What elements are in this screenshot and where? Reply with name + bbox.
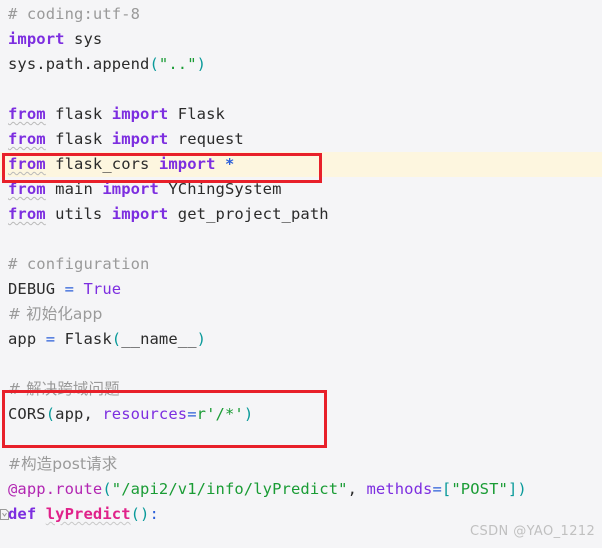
code-token: )	[196, 330, 207, 348]
code-line[interactable]: from flask import request	[0, 127, 602, 152]
code-token: =	[64, 280, 75, 298]
code-token: # coding:utf-8	[8, 5, 141, 23]
code-token: from	[8, 205, 46, 223]
code-token: import	[111, 205, 169, 223]
code-token: YChingSystem	[158, 180, 282, 198]
code-line[interactable]	[0, 427, 602, 452]
code-token: ".."	[158, 55, 197, 73]
code-line[interactable]: DEBUG = True	[0, 277, 602, 302]
code-token: #构造post请求	[8, 455, 118, 473]
code-token: import	[8, 30, 65, 48]
code-token: from	[8, 130, 46, 148]
code-token: @app.route	[8, 480, 103, 498]
code-line[interactable]	[0, 352, 602, 377]
csdn-watermark: CSDN @YAO_1212	[470, 524, 596, 539]
code-line[interactable]: # 解决跨域问题	[0, 377, 602, 402]
code-token: # 初始化app	[8, 305, 103, 323]
code-token: ]	[507, 480, 518, 498]
code-token: ,	[347, 480, 367, 498]
code-token: from	[8, 180, 46, 198]
code-token: import	[111, 105, 169, 123]
code-token: *	[224, 155, 235, 173]
code-line[interactable]: @app.route("/api2/v1/info/lyPredict", me…	[0, 477, 602, 502]
code-token: import	[102, 180, 159, 198]
code-token: )	[517, 480, 527, 498]
code-token: app	[55, 405, 84, 423]
code-token: )	[196, 55, 207, 73]
code-token: (	[111, 330, 122, 348]
code-token: Flask	[55, 330, 112, 348]
code-token: app	[8, 330, 46, 348]
code-token: def	[8, 505, 37, 523]
code-line[interactable]: from utils import get_project_path	[0, 202, 602, 227]
code-token: # 解决跨域问题	[8, 380, 120, 398]
code-token: lyPredict	[45, 505, 131, 523]
code-token: (	[149, 55, 159, 73]
code-token: "/api2/v1/info/lyPredict"	[111, 480, 348, 498]
code-token: =	[45, 330, 56, 348]
code-token: ,	[83, 405, 103, 423]
code-token: DEBUG	[8, 280, 65, 298]
code-token: =	[187, 405, 197, 423]
code-token: "POST"	[451, 480, 508, 498]
code-token: (	[45, 405, 56, 423]
code-token: sys.path.append	[8, 55, 150, 73]
code-line[interactable]: app = Flask(__name__)	[0, 327, 602, 352]
code-line[interactable]: from main import YChingSystem	[0, 177, 602, 202]
code-editor-pane[interactable]: # coding:utf-8 import sys sys.path.append(…	[0, 0, 602, 548]
code-token: main	[45, 180, 103, 198]
code-line[interactable]: from flask import Flask	[0, 102, 602, 127]
code-token: r'/*'	[196, 405, 244, 423]
code-token: [	[441, 480, 452, 498]
code-line[interactable]: import sys	[0, 27, 602, 52]
code-token: (	[102, 480, 112, 498]
code-line[interactable]	[0, 227, 602, 252]
code-token: request	[168, 130, 244, 148]
code-token: :	[149, 505, 159, 523]
code-token: import	[158, 155, 216, 173]
code-line[interactable]: sys.path.append("..")	[0, 52, 602, 77]
code-token: from	[8, 105, 46, 123]
code-line[interactable]: from flask_cors import *	[0, 152, 602, 177]
code-token: =	[432, 480, 442, 498]
code-token: flask	[45, 105, 112, 123]
code-token: import	[111, 130, 169, 148]
code-line[interactable]	[0, 77, 602, 102]
code-token: from	[8, 155, 46, 173]
code-line[interactable]: #构造post请求	[0, 452, 602, 477]
code-line[interactable]: # configuration	[0, 252, 602, 277]
code-token: resources	[102, 405, 188, 423]
code-token: ()	[130, 505, 150, 523]
code-token: methods	[366, 480, 433, 498]
code-token: utils	[45, 205, 112, 223]
code-token: # configuration	[8, 255, 150, 273]
code-token: CORS	[8, 405, 46, 423]
code-line[interactable]: # coding:utf-8	[0, 2, 602, 27]
code-token: flask_cors	[45, 155, 159, 173]
code-line[interactable]: CORS(app, resources=r'/*')	[0, 402, 602, 427]
code-token: Flask	[168, 105, 225, 123]
code-token: flask	[45, 130, 112, 148]
code-token: sys	[64, 30, 103, 48]
code-token: )	[243, 405, 254, 423]
code-token: True	[83, 280, 122, 298]
code-token: __name__	[121, 330, 197, 348]
code-token: get_project_path	[168, 205, 329, 223]
code-line[interactable]: # 初始化app	[0, 302, 602, 327]
